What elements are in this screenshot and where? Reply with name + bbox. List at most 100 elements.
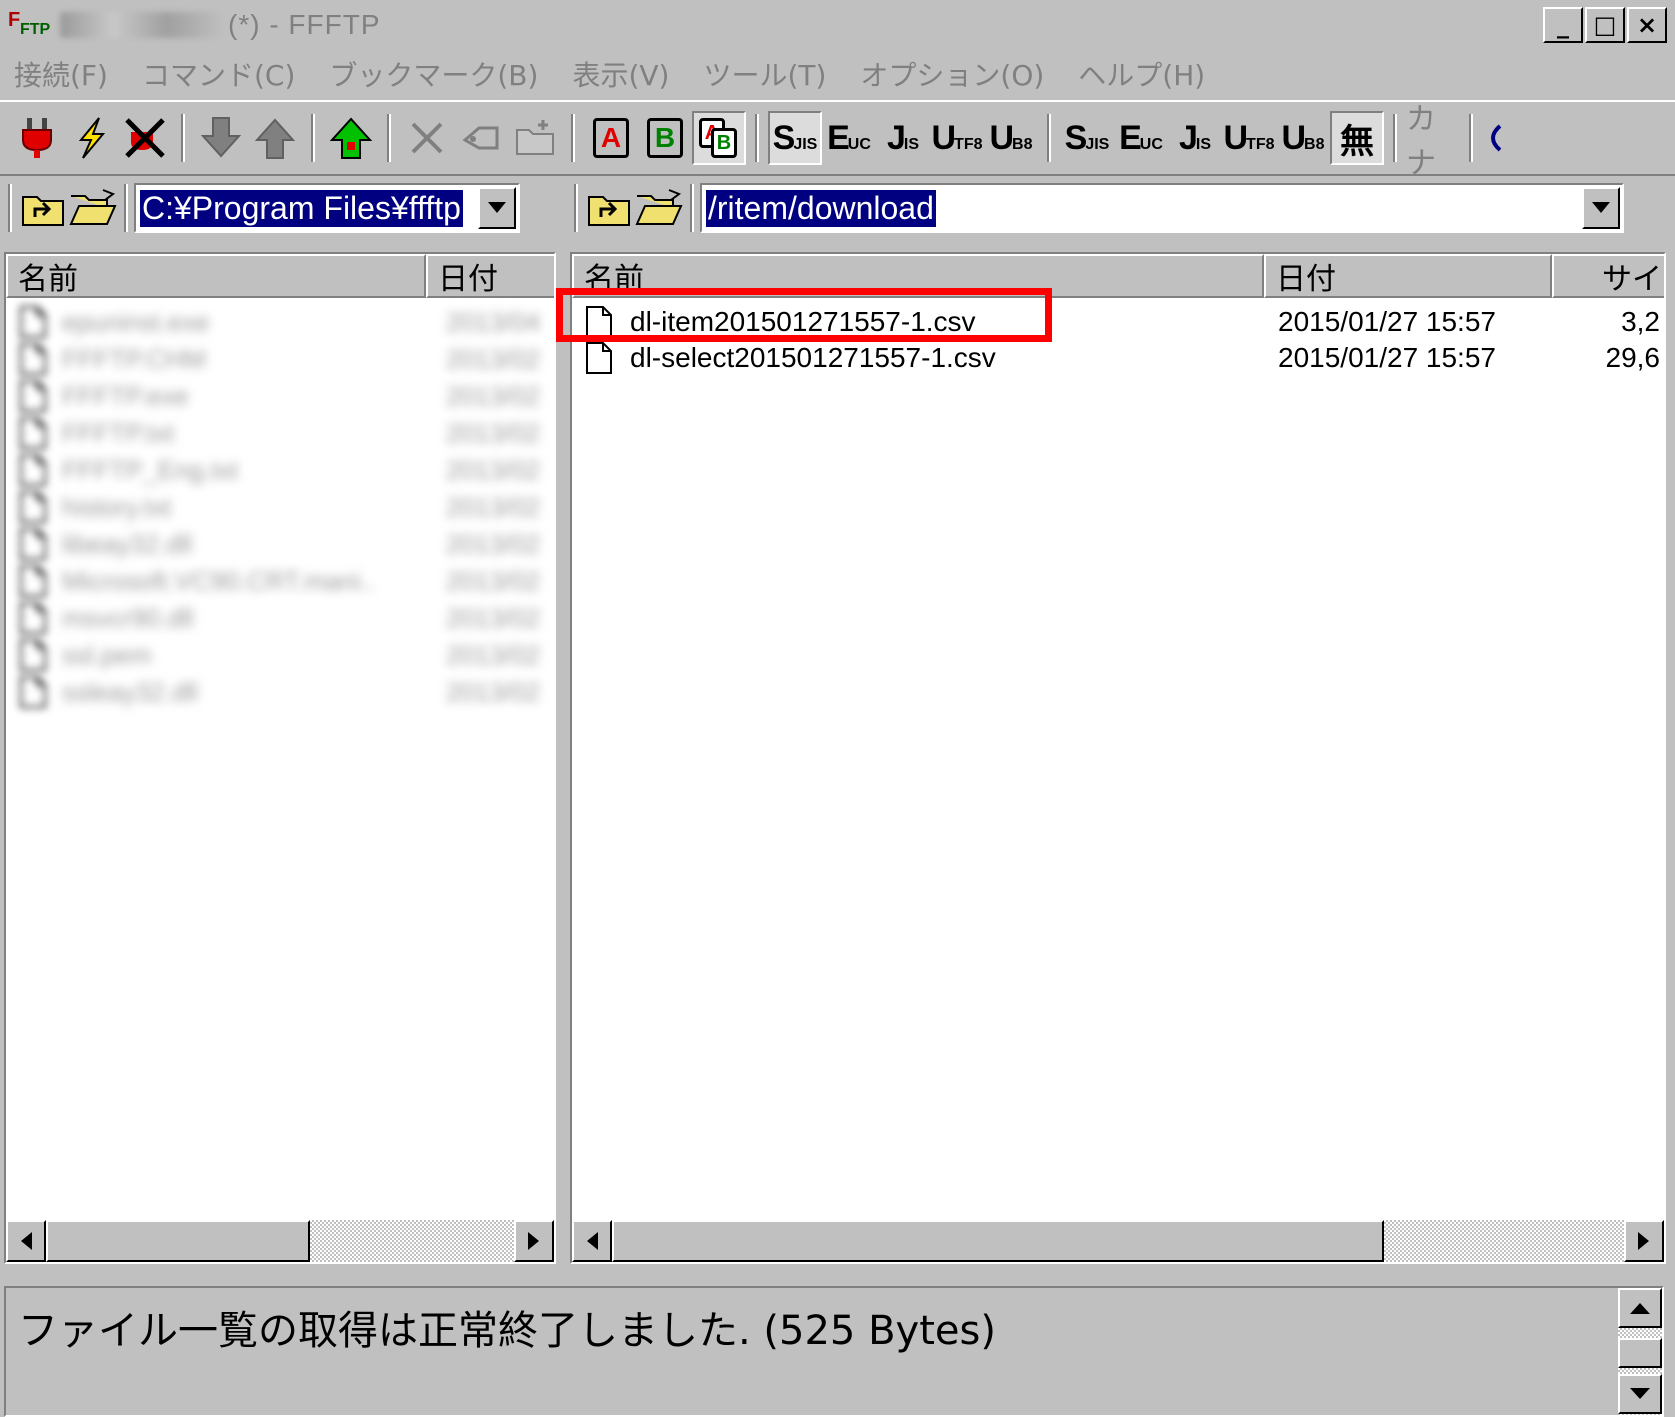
local-euc-button[interactable]: EUC — [1114, 111, 1168, 165]
auto-mode-button[interactable]: A B — [692, 111, 746, 165]
local-file-name: history.txt — [62, 491, 172, 522]
remote-file-name: dl-select201501271557-1.csv — [630, 342, 996, 373]
kana-conversion-button[interactable]: カナ — [1406, 102, 1460, 174]
toolbar-separator — [387, 114, 391, 162]
local-file-list[interactable]: 名前 日付 epuninst.exe 2013/04 FFFTP.CHM 2013/0… — [4, 252, 556, 1264]
local-open-folder-icon[interactable] — [68, 185, 118, 231]
log-pane[interactable]: ファイル一覧の取得は正常終了しました. (525 Bytes) — [4, 1286, 1664, 1417]
remote-up-folder-icon[interactable] — [584, 185, 634, 231]
local-file-row[interactable]: FFFTP_Eng.txt 2013/02 — [6, 452, 554, 488]
remote-column-size[interactable]: サイ — [1552, 254, 1664, 298]
local-sjis-button[interactable]: SJIS — [1060, 111, 1114, 165]
menu-help[interactable]: ヘルプ(H) — [1078, 54, 1205, 94]
menu-view[interactable]: 表示(V) — [572, 54, 669, 94]
connect-icon[interactable] — [10, 111, 64, 165]
scroll-up-button[interactable] — [1618, 1288, 1662, 1328]
local-file-name: FFFTP.txt — [62, 417, 175, 448]
remote-column-date[interactable]: 日付 — [1264, 254, 1552, 298]
chevron-up-icon — [1630, 1303, 1650, 1314]
local-file-row[interactable]: ssl.pem 2013/02 — [6, 637, 554, 673]
remote-path-dropdown-button[interactable] — [1582, 187, 1620, 229]
local-utf8n-button[interactable]: UTF8 — [1222, 111, 1276, 165]
menu-tools[interactable]: ツール(T) — [703, 54, 826, 94]
remote-utf8n-button[interactable]: UTF8 — [930, 111, 984, 165]
maximize-button[interactable]: □ — [1585, 7, 1625, 43]
toolbar-separator — [181, 114, 185, 162]
toolbar-separator — [124, 184, 128, 232]
menu-bookmark[interactable]: ブックマーク(B) — [329, 54, 538, 94]
scroll-right-button[interactable] — [1624, 1220, 1664, 1262]
mirror-upload-icon[interactable] — [324, 111, 378, 165]
local-utf8bom-button[interactable]: UB8 — [1276, 111, 1330, 165]
rename-icon[interactable] — [454, 111, 508, 165]
remote-utf8bom-button[interactable]: UB8 — [984, 111, 1038, 165]
local-column-name[interactable]: 名前 — [6, 254, 426, 298]
binary-mode-button[interactable]: B — [638, 111, 692, 165]
local-file-row[interactable]: msvcr90.dll 2013/02 — [6, 600, 554, 636]
sync-icon[interactable] — [1482, 111, 1502, 165]
local-up-folder-icon[interactable] — [18, 185, 68, 231]
toolbar-separator — [755, 114, 759, 162]
remote-sjis-button[interactable]: SJIS — [768, 111, 822, 165]
local-file-row[interactable]: FFFTP.exe 2013/02 — [6, 378, 554, 414]
ascii-mode-button[interactable]: A — [584, 111, 638, 165]
download-icon[interactable] — [194, 111, 248, 165]
log-scroll-thumb[interactable] — [1618, 1338, 1662, 1368]
scroll-left-button[interactable] — [572, 1220, 612, 1262]
log-vertical-scrollbar[interactable] — [1618, 1288, 1662, 1415]
local-path-bar: C:¥Program Files¥ffftp — [8, 180, 556, 236]
remote-horizontal-scrollbar[interactable] — [572, 1220, 1664, 1262]
local-column-date[interactable]: 日付 — [426, 254, 554, 298]
local-file-date: 2013/02 — [446, 343, 540, 374]
disconnect-icon[interactable] — [118, 111, 172, 165]
local-file-date: 2013/02 — [446, 491, 540, 522]
title-bar: F FTP (*) - FFFTP _ □ × — [0, 0, 1675, 50]
file-icon — [20, 417, 46, 449]
scroll-down-button[interactable] — [1618, 1374, 1662, 1414]
remote-path-combo[interactable]: /ritem/download — [700, 183, 1624, 233]
local-scroll-thumb[interactable] — [46, 1220, 310, 1262]
delete-icon[interactable] — [400, 111, 454, 165]
quick-connect-icon[interactable] — [64, 111, 118, 165]
remote-jis-button[interactable]: JIS — [876, 111, 930, 165]
local-jis-button[interactable]: JIS — [1168, 111, 1222, 165]
local-file-row[interactable]: FFFTP.CHM 2013/02 — [6, 341, 554, 377]
scroll-right-button[interactable] — [514, 1220, 554, 1262]
local-path-combo[interactable]: C:¥Program Files¥ffftp — [134, 183, 520, 233]
local-file-date: 2013/02 — [446, 676, 540, 707]
scroll-left-button[interactable] — [6, 1220, 46, 1262]
menu-command[interactable]: コマンド(C) — [142, 54, 295, 94]
local-file-row[interactable]: libeay32.dll 2013/02 — [6, 526, 554, 562]
local-file-row[interactable]: ssleay32.dll 2013/02 — [6, 674, 554, 710]
mkdir-icon[interactable] — [508, 111, 562, 165]
file-icon — [20, 491, 46, 523]
menu-connect[interactable]: 接続(F) — [14, 54, 108, 94]
toolbar-separator — [1469, 114, 1473, 162]
file-icon — [20, 639, 46, 671]
remote-scroll-thumb[interactable] — [612, 1220, 1384, 1262]
local-file-row[interactable]: epuninst.exe 2013/04 — [6, 304, 554, 340]
remote-euc-button[interactable]: EUC — [822, 111, 876, 165]
local-path-dropdown-button[interactable] — [478, 187, 516, 229]
local-file-row[interactable]: Microsoft.VC90.CRT.mani.. 2013/02 — [6, 563, 554, 599]
local-file-row[interactable]: history.txt 2013/02 — [6, 489, 554, 525]
toolbar: A B A B SJIS EUC JIS UTF8 UB8 SJIS EUC J… — [0, 100, 1675, 176]
remote-file-list[interactable]: 名前 日付 サイ dl-item201501271557-1.csv 2015/0… — [570, 252, 1666, 1264]
menu-options[interactable]: オプション(O) — [860, 54, 1044, 94]
chevron-right-icon — [528, 1232, 539, 1250]
local-file-date: 2013/02 — [446, 639, 540, 670]
toolbar-separator — [311, 114, 315, 162]
no-conversion-button[interactable]: 無 — [1330, 111, 1384, 165]
local-file-name: FFFTP.exe — [62, 380, 189, 411]
remote-file-size: 29,6 — [1605, 342, 1661, 373]
local-horizontal-scrollbar[interactable] — [6, 1220, 554, 1262]
ffftp-app-icon[interactable]: F FTP — [6, 5, 50, 45]
remote-file-row[interactable]: dl-select201501271557-1.csv 2015/01/27 15… — [572, 340, 1664, 376]
local-file-date: 2013/02 — [446, 528, 540, 559]
close-button[interactable]: × — [1627, 7, 1667, 43]
remote-open-folder-icon[interactable] — [634, 185, 684, 231]
upload-icon[interactable] — [248, 111, 302, 165]
local-file-row[interactable]: FFFTP.txt 2013/02 — [6, 415, 554, 451]
local-file-name: FFFTP_Eng.txt — [62, 454, 239, 485]
minimize-button[interactable]: _ — [1543, 7, 1583, 43]
